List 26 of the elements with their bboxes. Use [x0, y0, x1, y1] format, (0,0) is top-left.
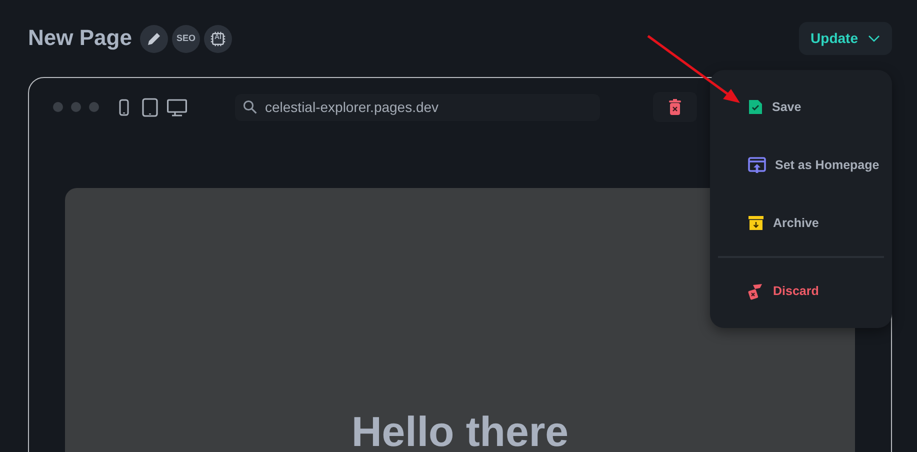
chip-icon — [210, 30, 226, 48]
edit-button[interactable] — [140, 24, 168, 52]
device-button[interactable] — [141, 98, 159, 116]
device-button[interactable] — [167, 98, 187, 116]
monitor-icon — [167, 98, 187, 116]
window-dot — [89, 102, 99, 112]
search-icon — [243, 100, 257, 114]
window-dot — [53, 102, 63, 112]
page-title: New Page — [28, 25, 132, 52]
discard-icon — [748, 282, 764, 300]
window-dot — [71, 102, 81, 112]
tablet-icon — [141, 98, 159, 116]
file-check-icon — [748, 99, 763, 115]
upload-window-icon — [748, 157, 766, 173]
trash-icon — [669, 99, 681, 115]
menu-item[interactable]: Archive — [718, 194, 884, 252]
archive-box-icon — [748, 215, 764, 231]
menu-item[interactable]: Save — [718, 78, 884, 136]
preview-heading: Hello there — [351, 410, 569, 452]
address-field[interactable]: celestial-explorer.pages.dev — [235, 94, 600, 120]
menu-item[interactable]: Discard — [718, 262, 884, 320]
seo-button[interactable]: SEO — [172, 24, 200, 52]
delete-button[interactable] — [653, 92, 697, 122]
pencil-icon — [146, 30, 162, 46]
menu-item[interactable]: Set as Homepage — [718, 136, 884, 194]
update-button[interactable]: Update — [798, 22, 892, 55]
